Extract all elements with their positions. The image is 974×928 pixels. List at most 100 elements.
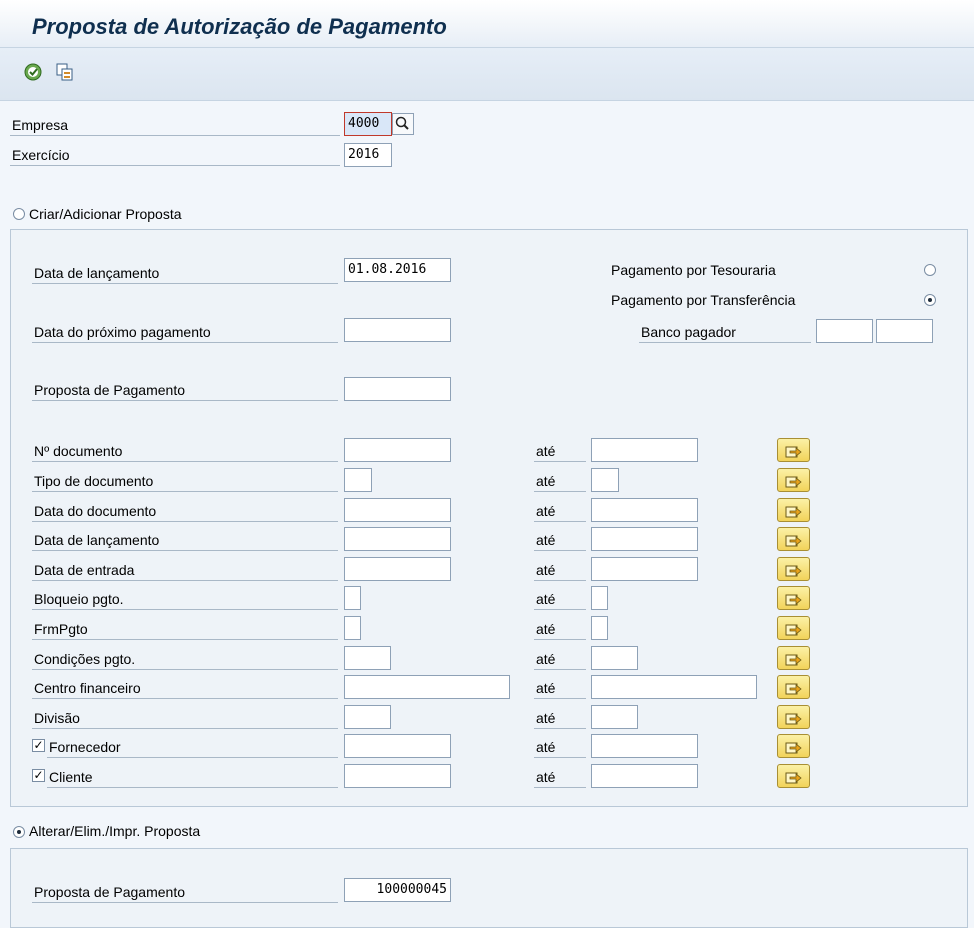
range-to-field[interactable] (591, 438, 698, 462)
banco-pagador-field-2[interactable] (876, 319, 933, 343)
range-from-field[interactable] (344, 646, 391, 670)
data-proximo-label: Data do próximo pagamento (32, 321, 338, 343)
page-title: Proposta de Autorização de Pagamento (32, 14, 447, 39)
range-to-field[interactable] (591, 616, 608, 640)
range-from-field[interactable] (344, 675, 510, 699)
range-to-label: até (534, 529, 586, 551)
range-to-field[interactable] (591, 734, 698, 758)
range-to-label: até (534, 677, 586, 699)
proposta-pagamento-label: Proposta de Pagamento (32, 379, 338, 401)
multiple-selection-arrow-icon (785, 446, 802, 458)
range-to-field[interactable] (591, 468, 619, 492)
multiple-selection-button[interactable] (777, 468, 810, 492)
multiple-selection-button[interactable] (777, 527, 810, 551)
range-label: FrmPgto (32, 618, 338, 640)
range-to-label: até (534, 470, 586, 492)
transferencia-radio[interactable] (924, 294, 936, 306)
multiple-selection-arrow-icon (785, 624, 802, 636)
multiple-selection-arrow-icon (785, 535, 802, 547)
banco-pagador-label: Banco pagador (639, 321, 811, 343)
range-from-field[interactable] (344, 616, 361, 640)
banco-pagador-field-1[interactable] (816, 319, 873, 343)
application-toolbar (0, 48, 974, 101)
empresa-field[interactable]: 4000 (344, 112, 392, 136)
range-to-field[interactable] (591, 646, 638, 670)
range-to-field[interactable] (591, 527, 698, 551)
search-help-icon[interactable] (392, 113, 414, 135)
proposta-pagamento-field[interactable] (344, 377, 451, 401)
multiple-selection-arrow-icon (785, 476, 802, 488)
range-label: Data do documento (32, 500, 338, 522)
range-to-label: até (534, 500, 586, 522)
range-from-field[interactable] (344, 764, 451, 788)
range-label: Condições pgto. (32, 648, 338, 670)
range-label: Centro financeiro (32, 677, 338, 699)
data-lancamento-field[interactable]: 01.08.2016 (344, 258, 451, 282)
range-from-field[interactable] (344, 705, 391, 729)
range-to-label: até (534, 588, 586, 610)
multiple-selection-arrow-icon (785, 772, 802, 784)
change-proposta-field[interactable]: 100000045 (344, 878, 451, 902)
create-proposal-label: Criar/Adicionar Proposta (29, 206, 182, 222)
title-bar: Proposta de Autorização de Pagamento (0, 0, 974, 48)
data-lancamento-label: Data de lançamento (32, 262, 338, 284)
range-label: Nº documento (32, 440, 338, 462)
range-label: Cliente (47, 766, 338, 788)
range-to-field[interactable] (591, 498, 698, 522)
change-proposal-radio[interactable] (13, 826, 25, 838)
multiple-selection-button[interactable] (777, 764, 810, 788)
multiple-selection-arrow-icon (785, 713, 802, 725)
range-from-field[interactable] (344, 438, 451, 462)
range-to-field[interactable] (591, 764, 698, 788)
multiple-selection-button[interactable] (777, 646, 810, 670)
range-from-field[interactable] (344, 557, 451, 581)
multiple-selection-arrow-icon (785, 594, 802, 606)
multiple-selection-arrow-icon (785, 506, 802, 518)
copy-icon[interactable] (54, 61, 76, 83)
exercicio-field[interactable]: 2016 (344, 143, 392, 167)
range-from-field[interactable] (344, 527, 451, 551)
range-from-field[interactable] (344, 586, 361, 610)
multiple-selection-button[interactable] (777, 557, 810, 581)
multiple-selection-button[interactable] (777, 675, 810, 699)
range-label: Divisão (32, 707, 338, 729)
range-to-label: até (534, 648, 586, 670)
row-checkbox[interactable]: ✓ (32, 769, 45, 782)
range-to-label: até (534, 618, 586, 640)
data-proximo-field[interactable] (344, 318, 451, 342)
empresa-label: Empresa (10, 114, 340, 136)
execute-icon[interactable] (22, 61, 44, 83)
range-label: Fornecedor (47, 736, 338, 758)
range-to-label: até (534, 559, 586, 581)
range-to-field[interactable] (591, 586, 608, 610)
tesouraria-label: Pagamento por Tesouraria (611, 262, 776, 278)
tesouraria-radio[interactable] (924, 264, 936, 276)
range-to-field[interactable] (591, 705, 638, 729)
multiple-selection-button[interactable] (777, 586, 810, 610)
multiple-selection-arrow-icon (785, 654, 802, 666)
range-to-field[interactable] (591, 557, 698, 581)
range-to-label: até (534, 736, 586, 758)
range-label: Data de lançamento (32, 529, 338, 551)
exercicio-label: Exercício (10, 144, 340, 166)
multiple-selection-button[interactable] (777, 498, 810, 522)
multiple-selection-arrow-icon (785, 565, 802, 577)
change-proposal-label: Alterar/Elim./Impr. Proposta (29, 823, 201, 839)
range-from-field[interactable] (344, 498, 451, 522)
change-proposta-label: Proposta de Pagamento (32, 881, 338, 903)
range-to-field[interactable] (591, 675, 757, 699)
range-label: Data de entrada (32, 559, 338, 581)
multiple-selection-button[interactable] (777, 616, 810, 640)
multiple-selection-button[interactable] (777, 705, 810, 729)
transferencia-label: Pagamento por Transferência (611, 292, 796, 308)
range-from-field[interactable] (344, 468, 372, 492)
range-label: Tipo de documento (32, 470, 338, 492)
multiple-selection-button[interactable] (777, 734, 810, 758)
row-checkbox[interactable]: ✓ (32, 739, 45, 752)
range-to-label: até (534, 766, 586, 788)
range-from-field[interactable] (344, 734, 451, 758)
create-proposal-radio[interactable] (13, 208, 25, 220)
multiple-selection-button[interactable] (777, 438, 810, 462)
range-label: Bloqueio pgto. (32, 588, 338, 610)
range-to-label: até (534, 440, 586, 462)
